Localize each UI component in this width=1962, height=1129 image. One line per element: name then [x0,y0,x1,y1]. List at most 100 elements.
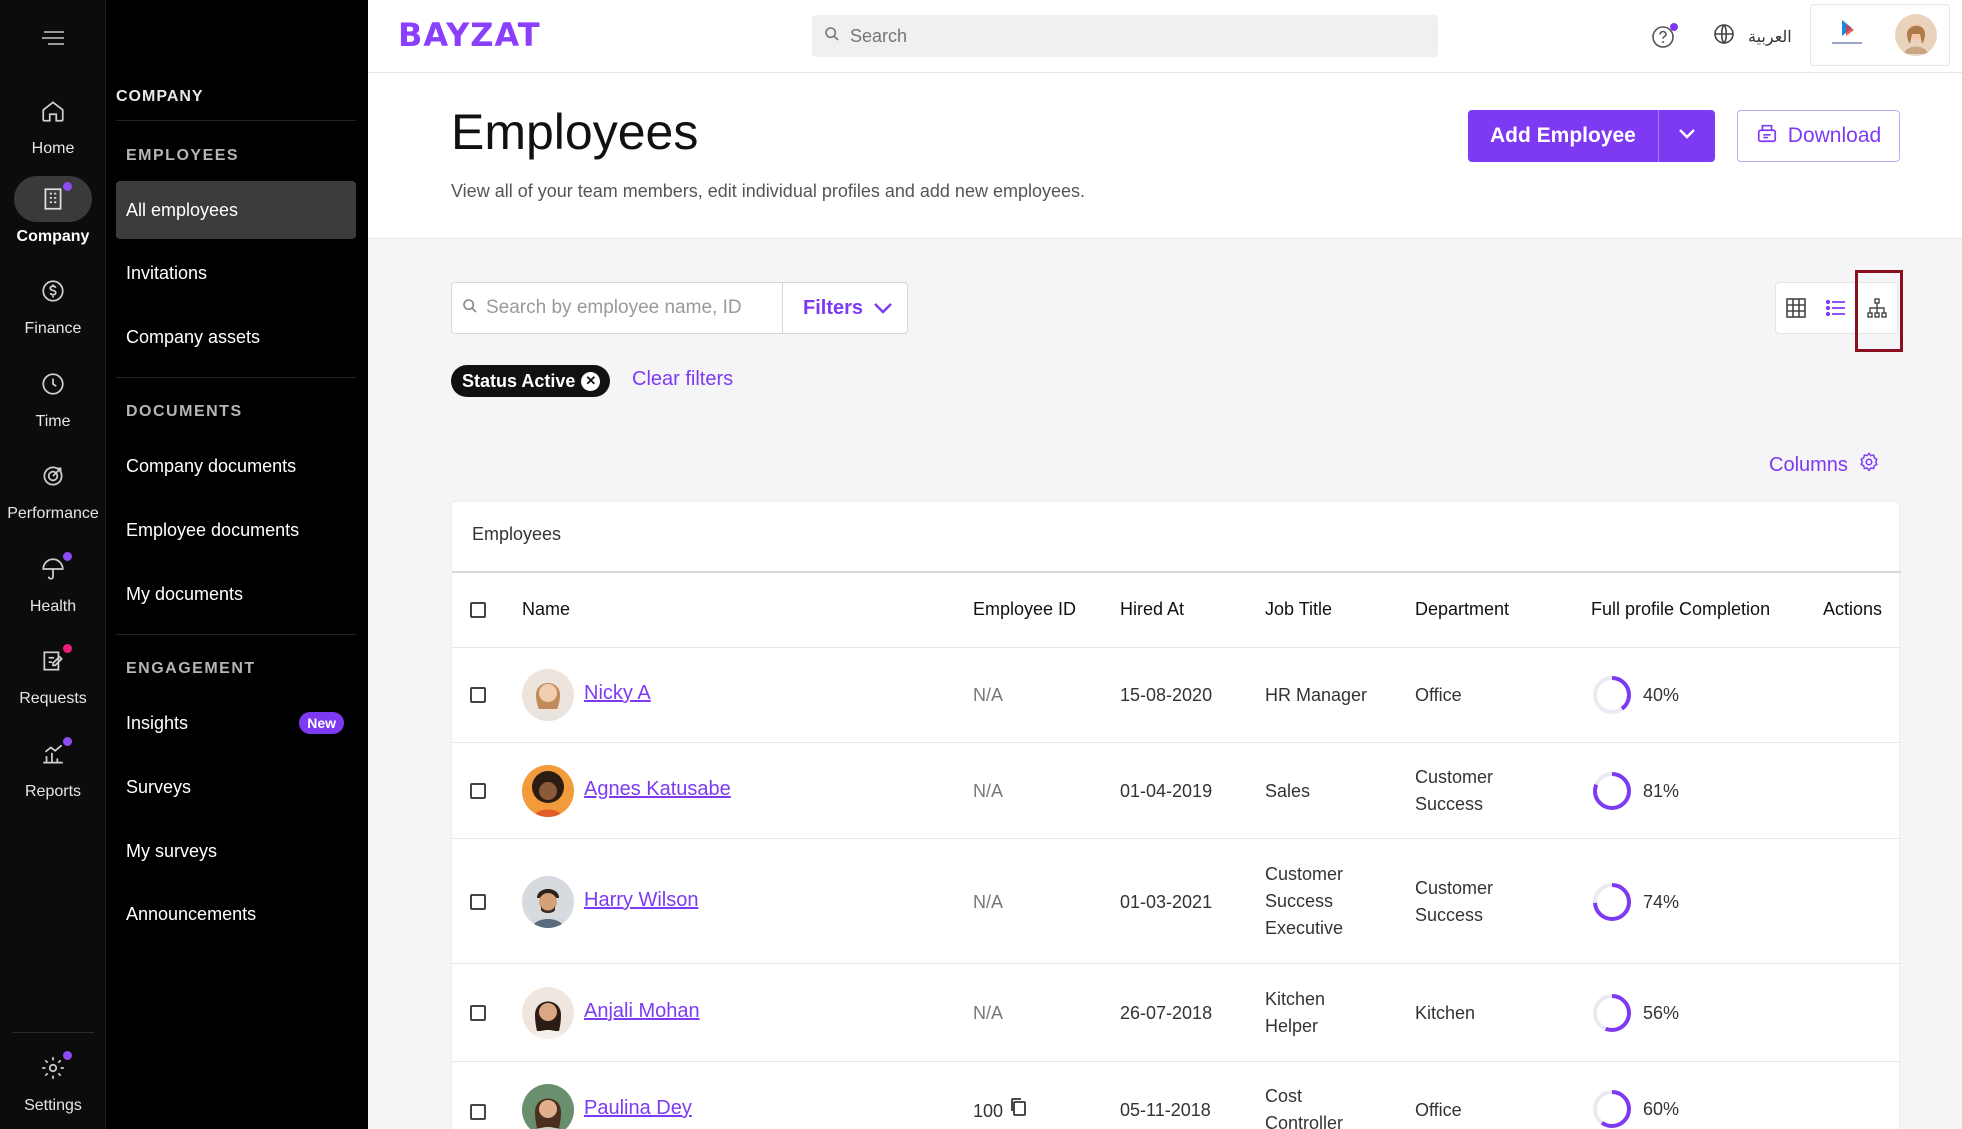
completion-percent: 60% [1643,1098,1680,1119]
column-header-job-title[interactable]: Job Title [1265,599,1332,620]
employee-search-input[interactable] [486,297,776,319]
completion-percent: 74% [1643,891,1680,912]
copy-icon[interactable] [1009,1097,1027,1125]
list-view-icon[interactable] [1816,283,1856,333]
completion-ring-icon [1593,676,1631,714]
add-employee-button[interactable]: Add Employee [1468,110,1659,162]
employee-avatar [522,669,574,721]
sidebar-item-label: All employees [126,199,239,220]
clear-filters-link[interactable]: Clear filters [632,368,733,391]
table-row[interactable]: Nicky A N/A 15-08-2020 HR Manager Office… [452,648,1901,743]
sidebar-item-company-assets[interactable]: Company assets [116,308,356,366]
search-icon [462,298,478,319]
download-button[interactable]: Download [1737,110,1900,162]
column-header-hired-at[interactable]: Hired At [1120,599,1184,620]
employee-id: 100 [973,1100,1004,1121]
table-header-row: Name Employee ID Hired At Job Title Depa… [452,571,1901,648]
rail-item-time[interactable]: Time [0,361,106,431]
table-row[interactable]: Harry Wilson N/A 01-03-2021 Customer Suc… [452,839,1901,964]
employee-id: N/A [973,1003,1004,1023]
chart-icon [14,731,92,777]
employee-name-link[interactable]: Nicky A [584,680,651,707]
sidebar-item-label: Invitations [126,262,208,283]
table-row[interactable]: Paulina Dey 100 05-11-2018 Cost Controll… [452,1062,1901,1129]
building-icon [14,176,92,222]
employee-id-cell: 100 [973,1097,1027,1125]
bayzat-logo[interactable]: BAYZAT [398,16,541,54]
employee-avatar [522,1084,574,1129]
hired-at: 01-03-2021 [1120,892,1213,912]
global-search-input[interactable] [850,25,1410,47]
rail-item-requests[interactable]: Requests [0,638,106,708]
profile-completion: 81% [1591,770,1679,812]
rail-item-health[interactable]: Health [0,546,106,616]
help-icon[interactable] [1650,22,1680,52]
employee-name-link[interactable]: Paulina Dey [584,1095,692,1122]
grid-view-icon[interactable] [1776,283,1816,333]
gear-icon [14,1045,92,1091]
column-header-completion[interactable]: Full profile Completion [1591,599,1770,620]
table-row[interactable]: Anjali Mohan N/A 26-07-2018 Kitchen Help… [452,964,1901,1062]
job-title: Kitchen Helper [1265,989,1326,1036]
sidebar-item-surveys[interactable]: Surveys [116,758,356,816]
profile-completion: 74% [1591,881,1679,923]
sidebar-item-insights[interactable]: Insights New [116,694,356,752]
table-row[interactable]: Agnes Katusabe N/A 01-04-2019 Sales Cust… [452,743,1901,839]
rail-item-performance[interactable]: Performance [0,453,106,523]
column-header-department[interactable]: Department [1415,599,1509,620]
employee-avatar [522,987,574,1039]
employee-name-link[interactable]: Anjali Mohan [584,998,700,1025]
column-header-employee-id[interactable]: Employee ID [973,599,1076,620]
sidebar-item-my-surveys[interactable]: My surveys [116,822,356,880]
profile-completion: 40% [1591,674,1679,716]
sidebar-item-announcements[interactable]: Announcements [116,885,356,943]
notification-dot [63,552,72,561]
user-avatar[interactable] [1894,14,1937,56]
rail-item-settings[interactable]: Settings [0,1045,106,1115]
employee-search[interactable] [452,283,783,333]
filters-button[interactable]: Filters [783,283,893,333]
rail-divider [12,1032,94,1033]
row-checkbox[interactable] [470,687,486,703]
employee-id: N/A [973,685,1004,705]
account-switcher[interactable] [1810,4,1950,66]
rail-item-company[interactable]: Company [0,176,106,246]
employee-name-link[interactable]: Agnes Katusabe [584,776,731,803]
rail-label: Finance [24,320,82,337]
column-header-name[interactable]: Name [522,599,570,620]
select-all-checkbox[interactable] [470,602,486,618]
primary-nav-rail: Home Company Finance Time Performance He… [0,0,106,1129]
completion-ring-icon [1593,883,1631,921]
row-checkbox[interactable] [470,1005,486,1021]
rail-item-home[interactable]: Home [0,88,106,158]
rail-item-finance[interactable]: Finance [0,268,106,338]
sidebar-item-label: Announcements [126,903,257,924]
close-icon[interactable]: ✕ [581,371,601,391]
status-active-chip[interactable]: Status Active ✕ [451,365,611,397]
add-employee-dropdown[interactable] [1659,110,1715,162]
table-caption: Employees [472,524,562,544]
employee-name-link[interactable]: Harry Wilson [584,887,698,914]
menu-icon[interactable] [38,28,68,48]
sidebar-item-my-documents[interactable]: My documents [116,565,356,623]
sidebar-item-invitations[interactable]: Invitations [116,244,356,302]
chip-label: Status Active [462,370,576,391]
columns-button[interactable]: Columns [1769,451,1880,479]
rail-label: Home [31,140,75,157]
global-search[interactable] [812,15,1438,57]
department: Customer Success [1415,878,1494,925]
profile-completion: 56% [1591,992,1679,1034]
language-switch[interactable]: العربية [1712,22,1792,51]
sidebar-item-all-employees[interactable]: All employees [116,181,356,239]
sidebar-item-employee-documents[interactable]: Employee documents [116,501,356,559]
rail-item-reports[interactable]: Reports [0,731,106,801]
section-documents: DOCUMENTS [126,403,243,420]
rail-label: Reports [24,783,82,800]
rail-label: Performance [7,505,99,522]
add-employee-split-button: Add Employee [1468,110,1715,162]
row-checkbox[interactable] [470,783,486,799]
row-checkbox[interactable] [470,894,486,910]
row-checkbox[interactable] [470,1104,486,1120]
divider [116,120,356,121]
sidebar-item-company-documents[interactable]: Company documents [116,437,356,495]
